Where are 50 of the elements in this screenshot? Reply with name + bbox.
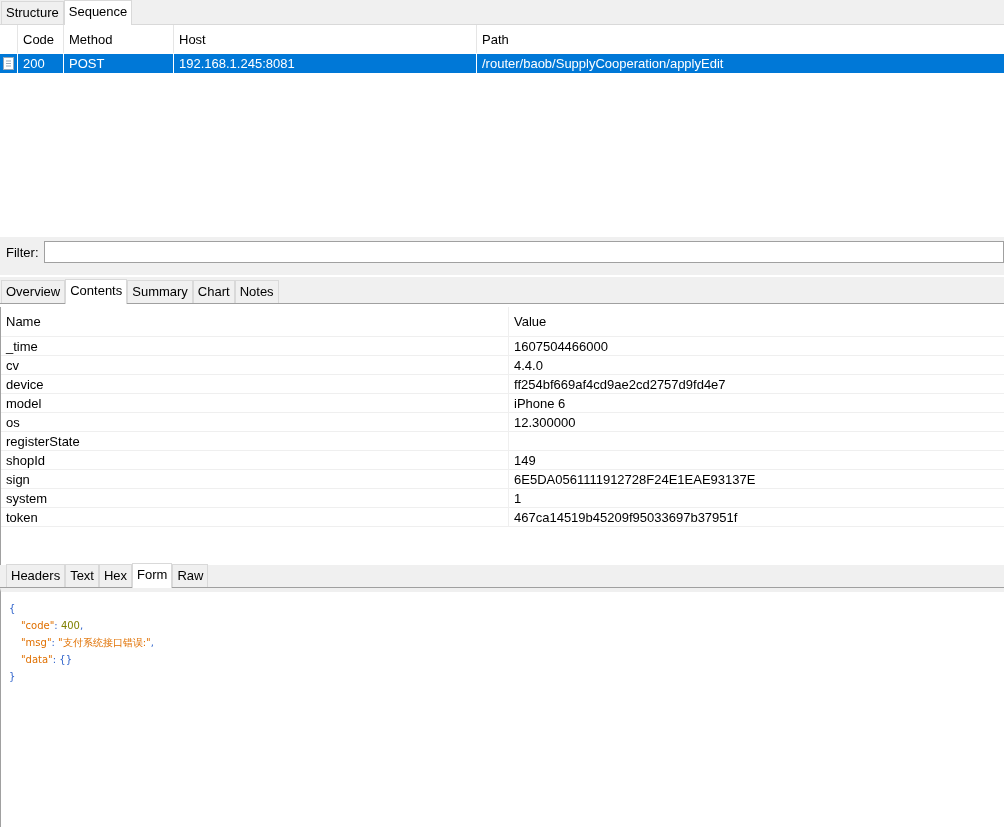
tab[interactable]: Text bbox=[65, 564, 99, 587]
tab[interactable]: Headers bbox=[6, 564, 66, 587]
table-cell: POST bbox=[64, 54, 174, 73]
table-cell: 200 bbox=[18, 54, 64, 73]
code-line: "msg": "支付系统接口错误:", bbox=[20, 636, 155, 650]
tab[interactable]: Structure bbox=[1, 1, 64, 24]
request-row[interactable]: 200 POST 192.168.1.245:8081 /router/baob/SupplyCooperation/applyEdit bbox=[0, 54, 1004, 73]
tab[interactable]: Sequence bbox=[63, 0, 133, 25]
column-header[interactable]: Host bbox=[174, 25, 477, 53]
table-cell-text: ff254bf669af4cd9ae2cd2757d9fd4e7 bbox=[513, 375, 727, 393]
table-cell-text: 149 bbox=[513, 451, 537, 469]
tab[interactable]: Overview bbox=[1, 280, 66, 303]
table-cell: system bbox=[1, 489, 509, 507]
table-cell: sign bbox=[1, 470, 509, 488]
code-line: "data": {} bbox=[20, 653, 74, 667]
tab[interactable]: Hex bbox=[99, 564, 133, 587]
code-line: { bbox=[9, 602, 17, 616]
table-cell: device bbox=[1, 375, 509, 393]
table-cell-text: /router/baob/SupplyCooperation/applyEdit bbox=[481, 55, 725, 73]
table-cell: cv bbox=[1, 356, 509, 374]
code-line: } bbox=[9, 670, 17, 684]
table-cell: os bbox=[1, 413, 509, 431]
column-header[interactable]: Name bbox=[1, 307, 509, 336]
tab[interactable]: Summary bbox=[127, 280, 193, 303]
column-header[interactable]: Path bbox=[477, 25, 1004, 53]
column-header[interactable]: Value bbox=[509, 307, 1004, 336]
tab[interactable]: Raw bbox=[172, 564, 209, 587]
table-cell-text: 1607504466000 bbox=[513, 337, 609, 355]
table-cell-text: 4.4.0 bbox=[513, 356, 544, 374]
document-icon bbox=[3, 57, 14, 70]
tab[interactable]: Form bbox=[132, 563, 173, 588]
table-cell-text: 6E5DA0561111912728F24E1EAE93137E bbox=[513, 470, 757, 488]
table-cell: token bbox=[1, 508, 509, 526]
table-cell-text: 1 bbox=[513, 489, 523, 507]
column-header[interactable]: Code bbox=[18, 25, 64, 53]
filter-label: Filter: bbox=[6, 244, 39, 260]
tab[interactable]: Contents bbox=[65, 279, 128, 304]
code-line: "code": 400, bbox=[20, 619, 85, 633]
table-cell: _time bbox=[1, 337, 509, 355]
table-cell-text: 12.300000 bbox=[513, 413, 577, 431]
table-cell: shopId bbox=[1, 451, 509, 469]
table-cell: model bbox=[1, 394, 509, 412]
filter-field[interactable] bbox=[43, 241, 1004, 263]
table-cell-text: 467ca14519b45209f95033697b37951f bbox=[513, 508, 739, 526]
column-header[interactable]: Method bbox=[64, 25, 174, 53]
tab[interactable]: Notes bbox=[234, 280, 279, 303]
table-cell: 192.168.1.245:8081 bbox=[174, 54, 477, 73]
tab[interactable]: Chart bbox=[192, 280, 235, 303]
table-cell: registerState bbox=[1, 432, 509, 450]
table-cell-text: iPhone 6 bbox=[513, 394, 567, 412]
